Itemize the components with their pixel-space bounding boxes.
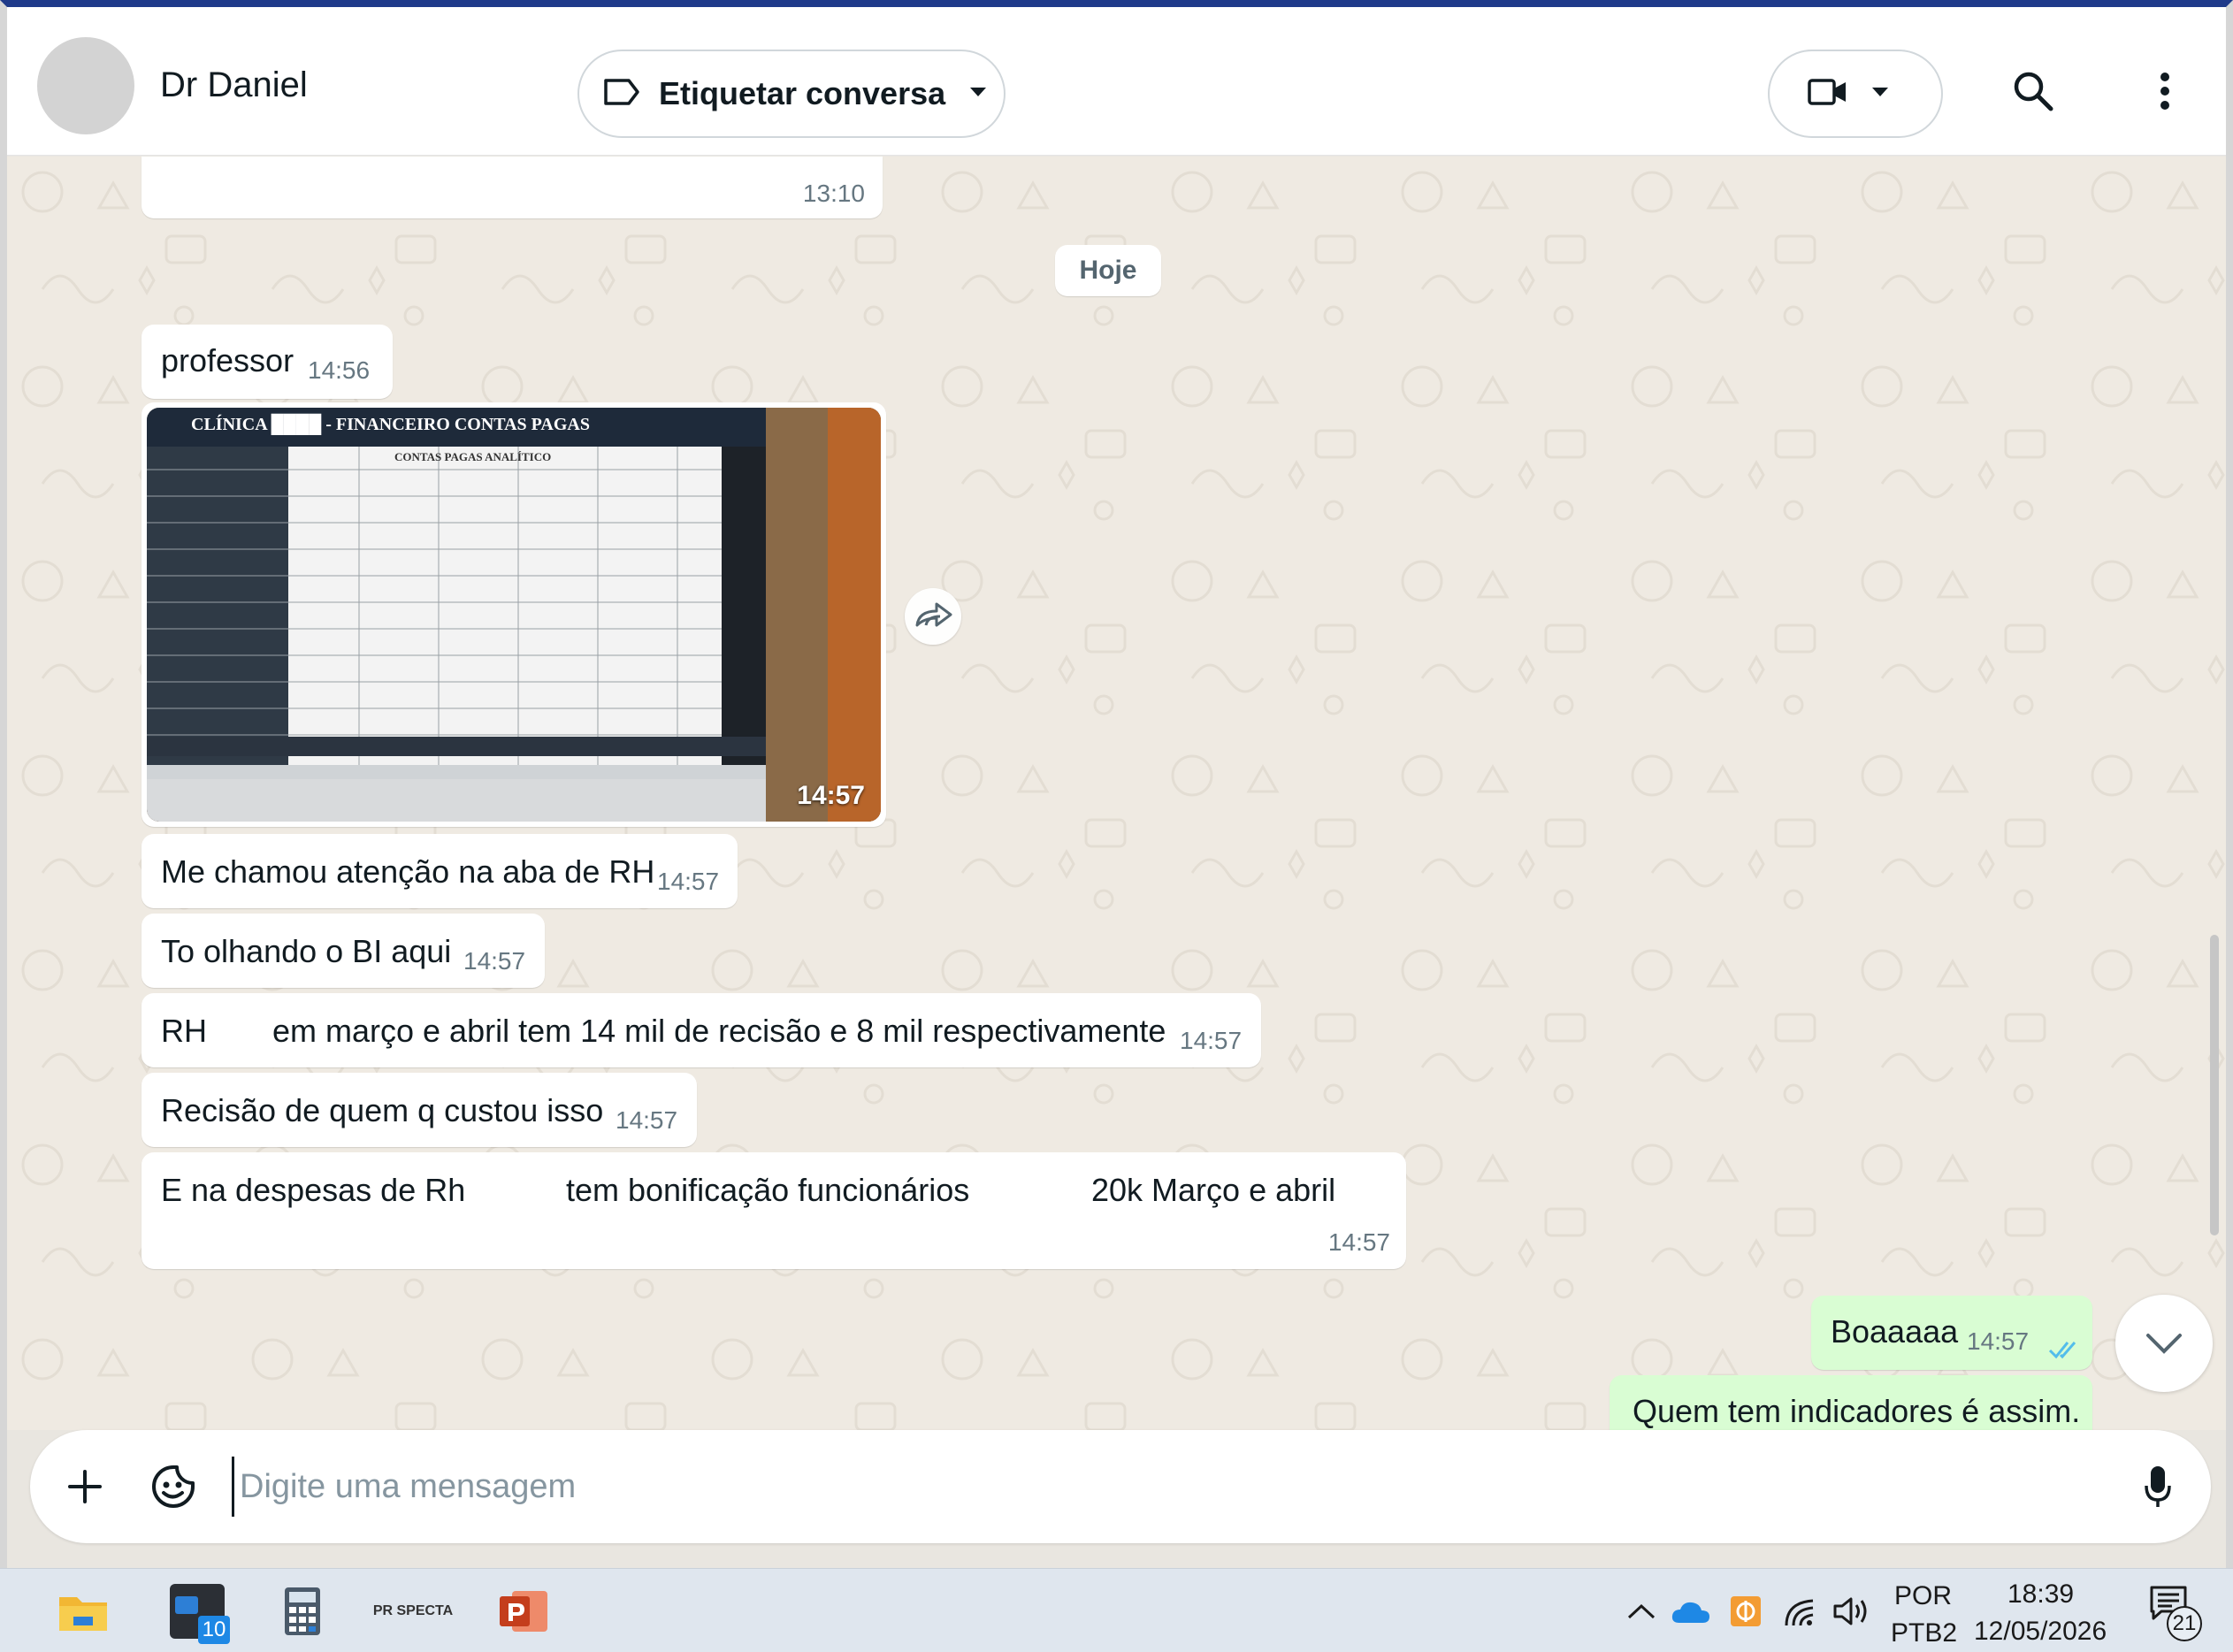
spreadsheet-photo bbox=[147, 408, 881, 822]
specta-app-icon[interactable]: PR SPECTA bbox=[373, 1583, 453, 1640]
scroll-to-bottom-button[interactable] bbox=[2115, 1295, 2213, 1392]
file-explorer-icon[interactable] bbox=[55, 1583, 111, 1640]
forward-icon bbox=[915, 602, 952, 627]
message-composer bbox=[30, 1430, 2211, 1543]
message-time: 14:56 bbox=[308, 356, 371, 384]
photo-title: CLÍNICA ████ - FINANCEIRO CONTAS PAGAS bbox=[191, 415, 590, 434]
message-bubble-incoming[interactable]: Me chamou atenção na aba de RH 14:57 bbox=[141, 834, 738, 908]
microphone-icon[interactable] bbox=[2130, 1458, 2186, 1515]
contact-avatar[interactable] bbox=[37, 37, 134, 134]
video-call-button[interactable] bbox=[1768, 50, 1943, 138]
message-bubble-previous[interactable]: 13:10 bbox=[141, 157, 883, 218]
calendar-badge: 10 bbox=[198, 1616, 230, 1644]
chat-scrollbar[interactable] bbox=[2210, 935, 2219, 1235]
message-bubble-outgoing[interactable]: Quem tem indicadores é assim. bbox=[1610, 1375, 2092, 1430]
windows-taskbar: 10 PR SPECTA POR PTB2 18:39 12/05/2026 2… bbox=[0, 1568, 2233, 1652]
notification-count: 21 bbox=[2167, 1606, 2202, 1641]
powerpoint-icon[interactable] bbox=[495, 1583, 552, 1640]
message-text: E na despesas de Rh bbox=[161, 1172, 466, 1208]
message-text: Recisão de quem q custou isso bbox=[161, 1092, 604, 1128]
message-input[interactable] bbox=[232, 1457, 2089, 1517]
notifications-button[interactable]: 21 bbox=[2140, 1583, 2211, 1641]
search-icon[interactable] bbox=[2002, 60, 2064, 122]
label-conversation-button[interactable]: Etiquetar conversa bbox=[577, 50, 1006, 138]
message-text: To olhando o BI aqui bbox=[161, 933, 452, 969]
message-bubble-incoming[interactable]: professor 14:56 bbox=[141, 325, 393, 399]
date-divider: Hoje bbox=[1055, 245, 1161, 296]
message-time: 14:57 bbox=[463, 947, 526, 975]
message-text: RH bbox=[161, 1013, 207, 1049]
onedrive-cloud-icon[interactable] bbox=[1664, 1583, 1717, 1640]
clock-date[interactable]: 12/05/2026 bbox=[1974, 1617, 2107, 1647]
message-time: 13:10 bbox=[802, 180, 865, 207]
message-time: 14:57 bbox=[616, 1106, 678, 1134]
message-time: 14:57 bbox=[1180, 1027, 1243, 1054]
attach-plus-icon[interactable] bbox=[57, 1458, 113, 1515]
chat-area[interactable]: 13:10 Hoje professor 14:56 CLÍNICA ████ … bbox=[7, 157, 2226, 1430]
message-text: Boaaaaa bbox=[1831, 1313, 1959, 1350]
calendar-app-icon[interactable]: 10 bbox=[166, 1583, 230, 1644]
chevron-down-icon bbox=[968, 86, 988, 103]
photo-subtitle: CONTAS PAGAS ANALÍTICO bbox=[394, 450, 552, 463]
message-time: 14:57 bbox=[1967, 1327, 2030, 1355]
forward-button[interactable] bbox=[905, 588, 961, 645]
chat-header: Dr Daniel Etiquetar conversa bbox=[7, 7, 2226, 156]
message-text: tem bonificação funcionários bbox=[566, 1172, 970, 1208]
message-time: 14:57 bbox=[657, 868, 720, 895]
calculator-icon[interactable] bbox=[274, 1583, 331, 1640]
message-text: Quem tem indicadores é assim. bbox=[1633, 1393, 2081, 1429]
read-receipt-icon bbox=[2048, 1331, 2084, 1368]
message-text: 20k Março e abril bbox=[1091, 1172, 1336, 1208]
sticker-emoji-icon[interactable] bbox=[145, 1458, 202, 1515]
language-indicator[interactable]: POR bbox=[1894, 1581, 1952, 1611]
keyboard-layout-indicator[interactable]: PTB2 bbox=[1891, 1618, 1957, 1648]
message-time: 14:57 bbox=[797, 781, 865, 810]
chevron-down-icon bbox=[2146, 1334, 2182, 1354]
message-time: 14:57 bbox=[1327, 1228, 1390, 1256]
menu-kebab-icon[interactable] bbox=[2138, 60, 2191, 122]
chevron-down-icon bbox=[1870, 86, 1890, 103]
video-camera-icon bbox=[1807, 77, 1849, 111]
message-text: professor bbox=[161, 342, 294, 379]
message-bubble-incoming[interactable]: RH em março e abril tem 14 mil de recisã… bbox=[141, 993, 1261, 1067]
photo-attachment[interactable]: CLÍNICA ████ - FINANCEIRO CONTAS PAGAS C… bbox=[147, 408, 881, 822]
message-text: em março e abril tem 14 mil de recisão e… bbox=[272, 1013, 1166, 1049]
volume-icon[interactable] bbox=[1825, 1583, 1878, 1640]
security-shield-icon[interactable] bbox=[1719, 1583, 1772, 1640]
message-bubble-outgoing[interactable]: Boaaaaa 14:57 bbox=[1811, 1296, 2092, 1370]
chevron-up-icon[interactable] bbox=[1615, 1583, 1668, 1640]
message-text: Me chamou atenção na aba de RH bbox=[161, 853, 655, 890]
message-bubble-incoming[interactable]: Recisão de quem q custou isso 14:57 bbox=[141, 1073, 697, 1147]
message-bubble-incoming[interactable]: E na despesas de Rh tem bonificação func… bbox=[141, 1152, 1406, 1269]
label-conversation-text: Etiquetar conversa bbox=[659, 75, 946, 111]
contact-name[interactable]: Dr Daniel bbox=[160, 65, 308, 105]
message-bubble-incoming[interactable]: To olhando o BI aqui 14:57 bbox=[141, 914, 545, 988]
specta-app-label: PR SPECTA bbox=[372, 1603, 454, 1618]
wifi-icon[interactable] bbox=[1774, 1583, 1827, 1640]
clock-time[interactable]: 18:39 bbox=[2007, 1579, 2074, 1610]
tag-icon bbox=[602, 77, 641, 111]
